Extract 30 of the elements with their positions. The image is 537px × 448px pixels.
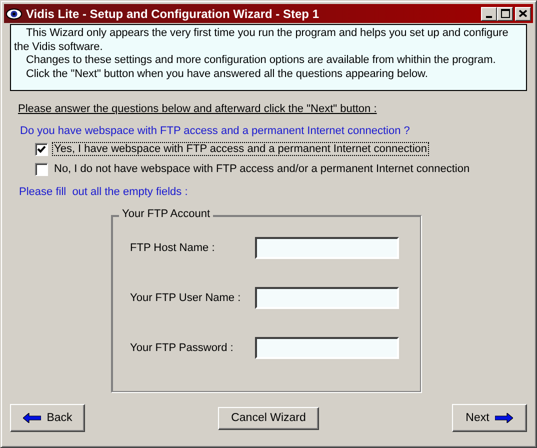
group-title: Your FTP Account (119, 208, 214, 220)
cancel-button[interactable]: Cancel Wizard (218, 406, 319, 430)
checkbox[interactable] (35, 162, 48, 176)
window-title: Vidis Lite - Setup and Configuration Wizard - Step 1 (26, 6, 320, 20)
checkbox[interactable] (35, 142, 48, 156)
instruction-text: Please answer the questions below and afterward click the "Next" button : (18, 103, 377, 115)
input-field[interactable] (255, 287, 399, 309)
close-button[interactable] (515, 6, 531, 20)
checkbox-label[interactable]: No, I do not have webspace with FTP access and/or a permanent Internet connection (52, 162, 472, 176)
input-field[interactable] (255, 237, 399, 259)
prompt-text: Please fill out all the empty fields : (19, 186, 188, 198)
field-label: FTP Host Name : (130, 242, 216, 254)
checkbox-label[interactable]: Yes, I have webspace with FTP access and a permanent Internet connection (52, 142, 430, 156)
next-button[interactable]: Next (452, 404, 527, 432)
info-paragraph: Changes to these settings and more configuration options are available from whithin the program. (25, 54, 497, 68)
left-arrow-icon (22, 413, 41, 423)
close-icon (519, 10, 527, 17)
minimize-icon (486, 16, 492, 18)
field-label: Your FTP Password : (130, 342, 234, 354)
input-field[interactable] (255, 337, 399, 359)
minimize-button[interactable] (481, 6, 497, 20)
info-paragraph: Click the "Next" button when you have answered all the questions appearing below. (25, 68, 429, 81)
info-paragraph: This Wizard only appears the very first time you run the program and helps you set up and configure the Vidis software. (14, 27, 510, 54)
back-button[interactable]: Back (10, 404, 85, 432)
maximize-icon (500, 9, 510, 18)
eye-icon (6, 6, 22, 20)
field-label: Your FTP User Name : (130, 292, 242, 304)
question-text: Do you have webspace with FTP access and a permanent Internet connection ? (20, 125, 410, 137)
maximize-button[interactable] (497, 6, 513, 20)
right-arrow-icon (495, 413, 514, 423)
